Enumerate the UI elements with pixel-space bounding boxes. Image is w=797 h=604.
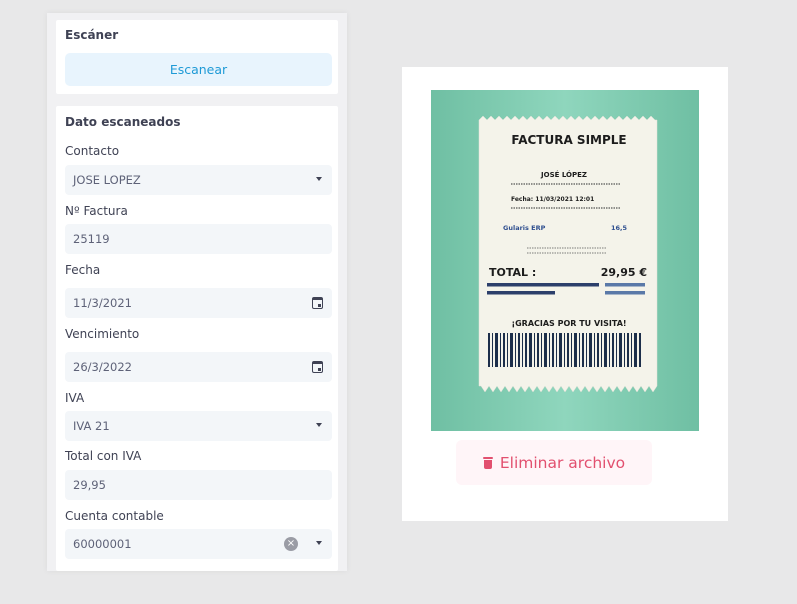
account-select[interactable]: 60000001 × <box>65 529 332 559</box>
scanner-form-panel: Escáner Escanear Dato escaneados Contact… <box>47 13 347 571</box>
vat-select[interactable]: IVA 21 <box>65 411 332 441</box>
receipt-customer: JOSÉ LÓPEZ <box>540 170 587 179</box>
invoice-number-value: 25119 <box>73 232 110 246</box>
receipt-item-price: 16,5 <box>611 224 628 232</box>
scanner-card: Escáner Escanear <box>56 20 338 94</box>
calendar-icon[interactable] <box>312 361 323 373</box>
contact-select[interactable]: JOSE LOPEZ <box>65 165 332 195</box>
contact-label: Contacto <box>65 144 120 158</box>
receipt-date: Fecha: 11/03/2021 12:01 <box>511 196 594 203</box>
delete-file-label: Eliminar archivo <box>499 453 626 472</box>
invoice-number-label: Nº Factura <box>65 204 128 218</box>
due-date-label: Vencimiento <box>65 327 140 341</box>
due-date-input[interactable]: 26/3/2022 <box>65 352 332 382</box>
scanned-data-card: Dato escaneados Contacto JOSE LOPEZ Nº F… <box>56 106 338 571</box>
total-with-vat-input[interactable]: 29,95 <box>65 470 332 500</box>
clear-icon[interactable]: × <box>284 537 298 551</box>
account-value: 60000001 <box>73 537 132 551</box>
receipt-illustration: FACTURA SIMPLE JOSÉ LÓPEZ Fecha: 11/03/2… <box>431 90 699 431</box>
invoice-number-input[interactable]: 25119 <box>65 224 332 254</box>
receipt-image: FACTURA SIMPLE JOSÉ LÓPEZ Fecha: 11/03/2… <box>431 90 699 431</box>
receipt-total-value: 29,95 € <box>601 266 647 279</box>
chevron-down-icon <box>316 541 322 545</box>
receipt-title: FACTURA SIMPLE <box>511 133 626 147</box>
contact-value: JOSE LOPEZ <box>73 173 141 187</box>
receipt-thanks: ¡GRACIAS POR TU VISITA! <box>511 319 626 328</box>
chevron-down-icon <box>316 423 322 427</box>
vat-value: IVA 21 <box>73 419 110 433</box>
scanned-data-title: Dato escaneados <box>65 115 181 129</box>
receipt-total-label: TOTAL : <box>489 266 536 279</box>
vat-label: IVA <box>65 391 85 405</box>
calendar-icon[interactable] <box>312 297 323 309</box>
file-preview-panel: FACTURA SIMPLE JOSÉ LÓPEZ Fecha: 11/03/2… <box>402 67 728 521</box>
total-with-vat-label: Total con IVA <box>65 449 142 463</box>
account-label: Cuenta contable <box>65 509 164 523</box>
date-value: 11/3/2021 <box>73 296 132 310</box>
scanner-title: Escáner <box>65 28 119 42</box>
delete-file-button[interactable]: Eliminar archivo <box>456 440 652 485</box>
chevron-down-icon <box>316 177 322 181</box>
due-date-value: 26/3/2022 <box>73 360 132 374</box>
scan-button[interactable]: Escanear <box>65 53 332 86</box>
date-input[interactable]: 11/3/2021 <box>65 288 332 318</box>
date-label: Fecha <box>65 263 101 277</box>
total-with-vat-value: 29,95 <box>73 478 106 492</box>
trash-icon <box>482 456 493 469</box>
receipt-item-name: Gularis ERP <box>503 224 546 232</box>
